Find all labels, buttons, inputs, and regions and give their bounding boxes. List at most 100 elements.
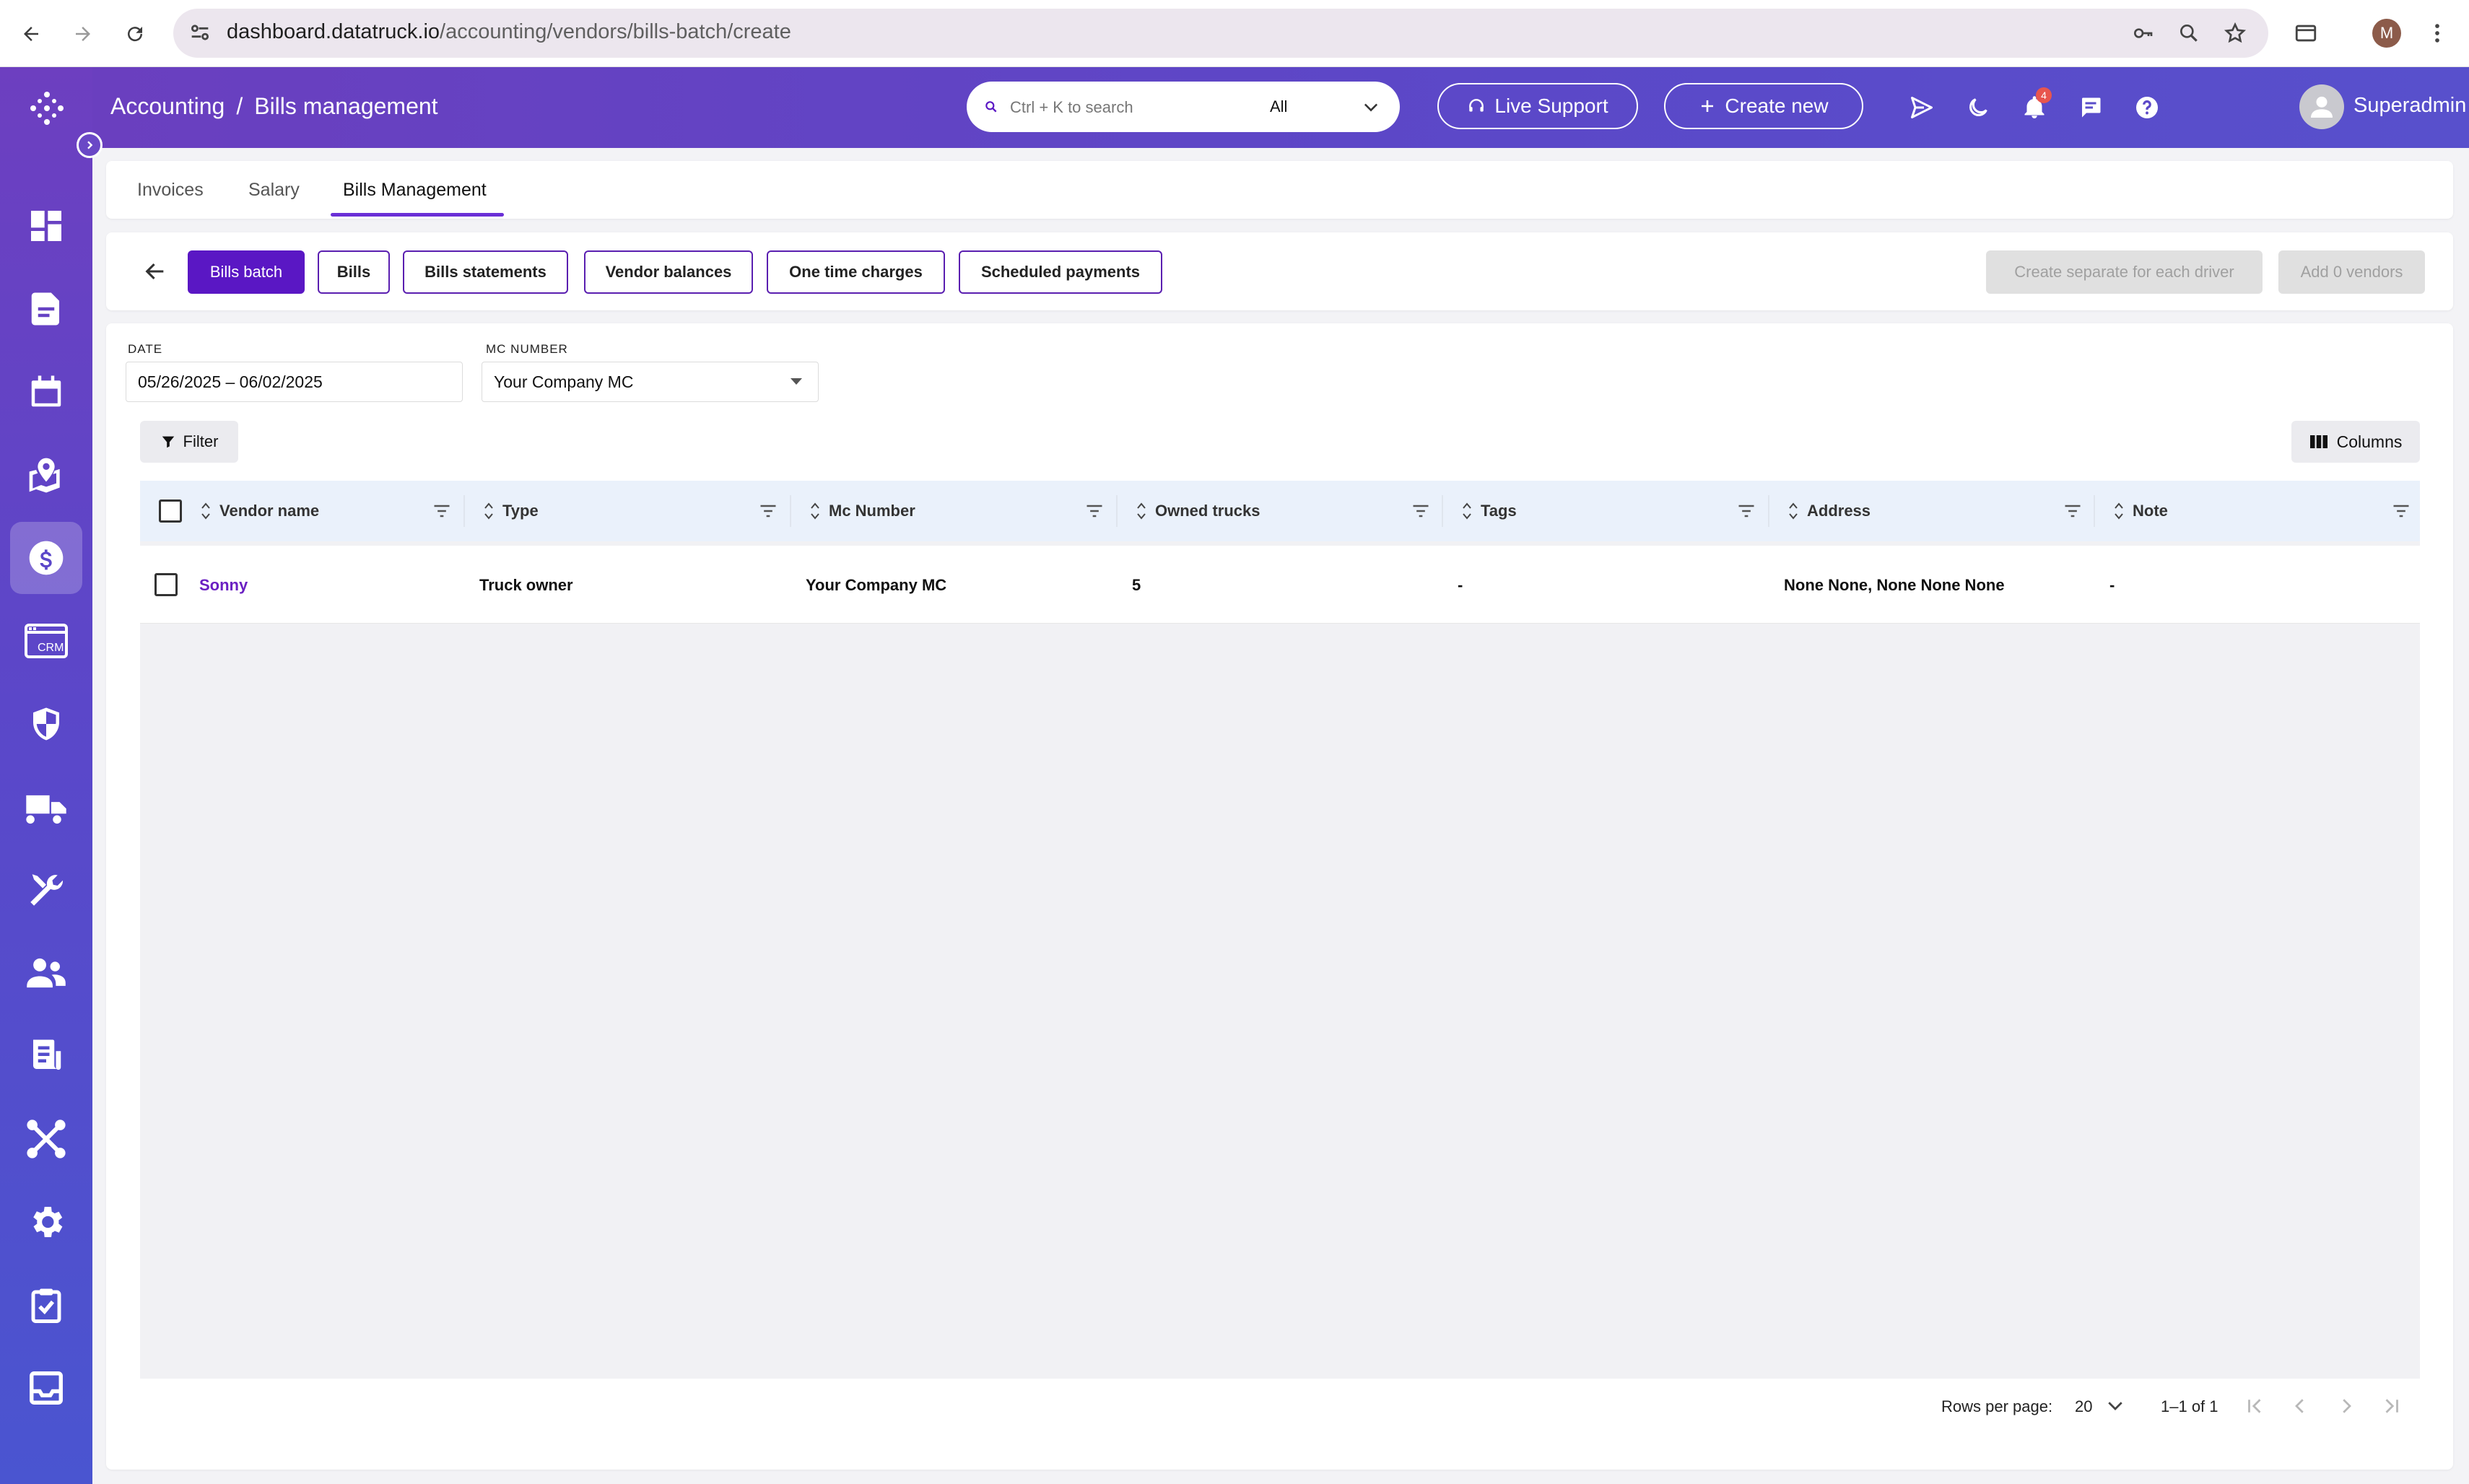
column-separator[interactable]: [790, 495, 791, 527]
sidebar-item-documents[interactable]: [10, 273, 82, 345]
column-header-address[interactable]: Address: [1788, 481, 2091, 541]
headset-icon: [1467, 97, 1486, 115]
column-separator[interactable]: [1442, 495, 1443, 527]
chevron-down-icon[interactable]: [1361, 97, 1381, 117]
columns-button[interactable]: Columns: [2291, 421, 2420, 463]
user-avatar[interactable]: [2299, 84, 2344, 129]
column-header-owned-trucks[interactable]: Owned trucks: [1136, 481, 1440, 541]
sidebar-item-dashboard[interactable]: [10, 190, 82, 262]
sidebar-item-reports[interactable]: [10, 1020, 82, 1092]
breadcrumb-accounting[interactable]: Accounting: [110, 93, 225, 119]
tab-invoices[interactable]: Invoices: [137, 180, 204, 201]
browser-menu-icon[interactable]: [2421, 17, 2453, 49]
user-name[interactable]: Superadmin Super: [2353, 94, 2469, 118]
column-header-tags[interactable]: Tags: [1462, 481, 1765, 541]
sort-icon[interactable]: [1136, 501, 1146, 521]
tab-salary[interactable]: Salary: [248, 180, 300, 201]
subnav-vendor-balances[interactable]: Vendor balances: [584, 250, 753, 294]
sort-icon[interactable]: [201, 501, 211, 521]
sidebar-item-trucks[interactable]: [10, 771, 82, 843]
notification-badge: 4: [2036, 87, 2052, 103]
vendor-name-link[interactable]: Sonny: [199, 576, 248, 595]
sidebar: CRM: [0, 67, 103, 1484]
cell-type: Truck owner: [479, 576, 573, 594]
column-header-type[interactable]: Type: [484, 481, 787, 541]
live-support-button[interactable]: Live Support: [1437, 83, 1638, 129]
sort-icon[interactable]: [810, 501, 820, 521]
dark-mode-icon[interactable]: [1961, 90, 1995, 125]
table-row[interactable]: Sonny Truck owner Your Company MC 5 - No…: [140, 546, 2420, 624]
previous-page-icon[interactable]: [2284, 1390, 2316, 1422]
sort-icon[interactable]: [1788, 501, 1798, 521]
key-icon[interactable]: [2127, 17, 2159, 49]
create-new-button[interactable]: Create new: [1664, 83, 1863, 129]
first-page-icon[interactable]: [2239, 1390, 2270, 1422]
filter-button[interactable]: Filter: [140, 421, 238, 463]
search-scope-select[interactable]: All: [1270, 97, 1287, 116]
sidebar-item-map[interactable]: [10, 439, 82, 511]
subnav-scheduled-payments[interactable]: Scheduled payments: [959, 250, 1162, 294]
sidebar-item-inbox[interactable]: [10, 1352, 82, 1424]
subnav-bills-statements[interactable]: Bills statements: [403, 250, 568, 294]
column-filter-icon[interactable]: [2391, 501, 2411, 521]
sidebar-item-settings[interactable]: [10, 1186, 82, 1258]
subnav-bills[interactable]: Bills: [318, 250, 390, 294]
subnav-one-time-charges[interactable]: One time charges: [767, 250, 945, 294]
column-filter-icon[interactable]: [758, 501, 778, 521]
cell-address: None None, None None None: [1784, 576, 2005, 594]
notifications-button[interactable]: 4: [2017, 87, 2052, 125]
sidebar-item-accounting[interactable]: [10, 522, 82, 594]
send-icon[interactable]: [1904, 90, 1939, 125]
back-arrow-icon[interactable]: [16, 19, 46, 49]
last-page-icon[interactable]: [2376, 1390, 2408, 1422]
column-filter-icon[interactable]: [1084, 501, 1105, 521]
row-checkbox[interactable]: [154, 573, 178, 596]
add-vendors-button[interactable]: Add 0 vendors: [2278, 250, 2425, 294]
column-filter-icon[interactable]: [1736, 501, 1756, 521]
mc-number-select[interactable]: Your Company MC: [482, 362, 819, 402]
chat-icon[interactable]: [2073, 90, 2108, 125]
column-header-note[interactable]: Note: [2114, 481, 2417, 541]
sidebar-item-maintenance[interactable]: [10, 854, 82, 926]
next-page-icon[interactable]: [2330, 1390, 2362, 1422]
column-separator[interactable]: [1116, 495, 1118, 527]
sort-icon[interactable]: [1462, 501, 1472, 521]
help-icon[interactable]: [2130, 90, 2164, 125]
columns-button-label: Columns: [2336, 432, 2403, 451]
column-separator[interactable]: [2094, 495, 2095, 527]
column-filter-icon[interactable]: [432, 501, 452, 521]
rows-per-page-select[interactable]: 20: [2075, 1397, 2092, 1416]
global-search[interactable]: Ctrl + K to search All: [967, 82, 1400, 132]
column-separator[interactable]: [463, 495, 465, 527]
browser-profile-avatar[interactable]: M: [2372, 19, 2401, 48]
rows-per-page-chevron-icon[interactable]: [2104, 1394, 2126, 1416]
sort-icon[interactable]: [2114, 501, 2124, 521]
sidebar-item-crm[interactable]: CRM: [10, 605, 82, 677]
column-separator[interactable]: [1768, 495, 1769, 527]
sidebar-expand-toggle[interactable]: [77, 132, 103, 158]
column-filter-icon[interactable]: [1411, 501, 1431, 521]
date-range-field[interactable]: 05/26/2025 – 06/02/2025: [126, 362, 463, 402]
column-header-mc-number[interactable]: Mc Number: [810, 481, 1113, 541]
column-filter-icon[interactable]: [2063, 501, 2083, 521]
site-info-icon[interactable]: [188, 20, 212, 45]
reload-icon[interactable]: [120, 19, 150, 49]
app-logo-icon[interactable]: [27, 89, 66, 128]
sidebar-item-tasks[interactable]: [10, 1269, 82, 1341]
sidebar-item-integrations[interactable]: [10, 1103, 82, 1175]
create-separate-button[interactable]: Create separate for each driver: [1986, 250, 2263, 294]
zoom-icon[interactable]: [2173, 17, 2205, 49]
select-all-checkbox[interactable]: [159, 499, 182, 523]
column-header-vendor-name[interactable]: Vendor name: [201, 481, 461, 541]
star-icon[interactable]: [2219, 17, 2251, 49]
tab-bills-management[interactable]: Bills Management: [343, 180, 487, 201]
back-button[interactable]: [139, 256, 171, 287]
sidebar-item-safety[interactable]: [10, 688, 82, 760]
address-bar[interactable]: dashboard.datatruck.io/accounting/vendor…: [173, 9, 2268, 58]
subnav-bills-batch[interactable]: Bills batch: [188, 250, 305, 294]
sidebar-item-users[interactable]: [10, 937, 82, 1009]
sidebar-item-calendar[interactable]: [10, 356, 82, 428]
sort-icon[interactable]: [484, 501, 494, 521]
tab-search-icon[interactable]: [2290, 17, 2322, 49]
forward-arrow-icon[interactable]: [68, 19, 98, 49]
